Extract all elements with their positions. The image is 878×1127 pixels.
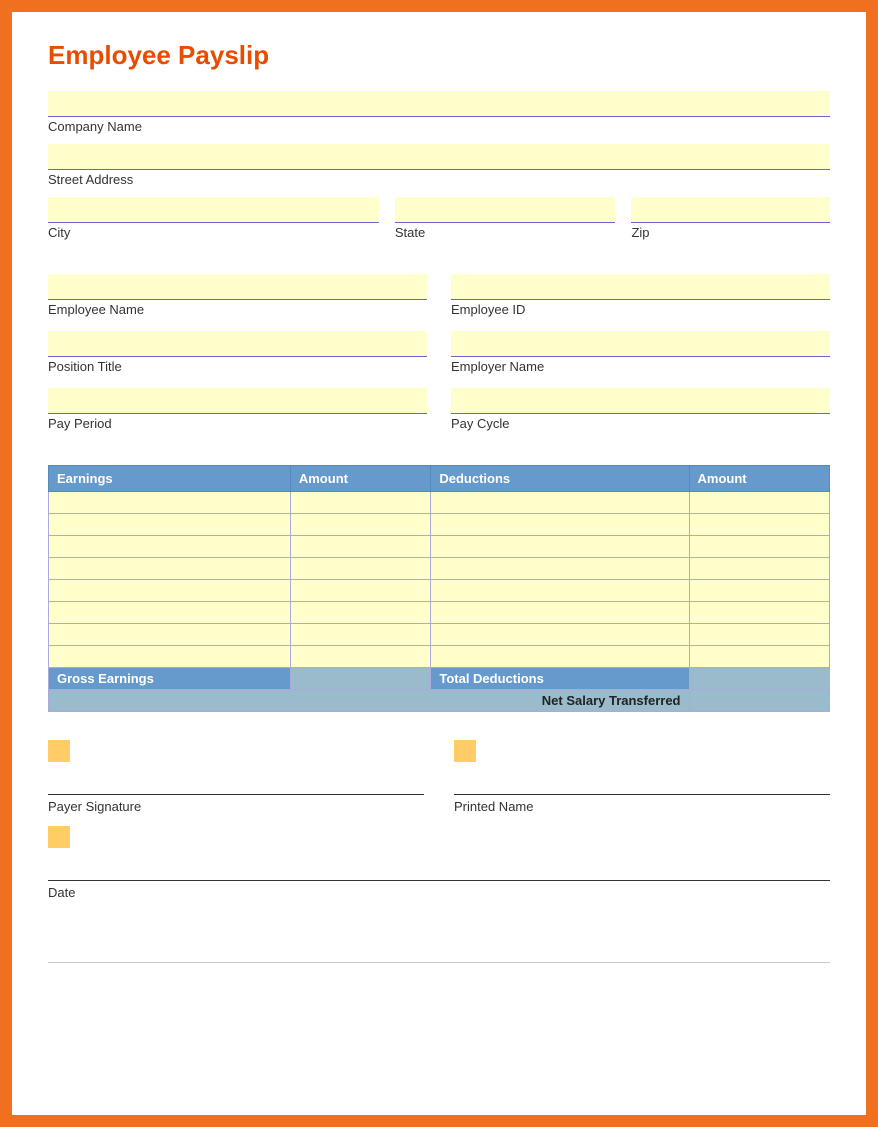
employer-name-input[interactable] [451, 331, 830, 357]
outer-border: Employee Payslip Company Name Street Add… [0, 0, 878, 1127]
company-name-label: Company Name [48, 119, 830, 134]
printed-name-label: Printed Name [454, 799, 533, 814]
date-col: Date [48, 826, 830, 902]
zip-col: Zip [631, 197, 830, 250]
table-row [49, 646, 830, 668]
company-name-input[interactable] [48, 91, 830, 117]
city-col: City [48, 197, 379, 250]
sig-payer-row: Payer Signature Printed Name [48, 740, 830, 816]
date-label: Date [48, 885, 75, 900]
inner-page: Employee Payslip Company Name Street Add… [12, 12, 866, 1115]
street-address-input[interactable] [48, 144, 830, 170]
table-row [49, 602, 830, 624]
gross-earnings-label: Gross Earnings [49, 668, 291, 690]
pay-cycle-label: Pay Cycle [451, 416, 830, 431]
company-name-row: Company Name [48, 91, 830, 134]
employee-id-label: Employee ID [451, 302, 830, 317]
state-input[interactable] [395, 197, 616, 223]
pay-cycle-col: Pay Cycle [451, 388, 830, 441]
date-line [48, 855, 830, 881]
employer-name-col: Employer Name [451, 331, 830, 384]
payer-sig-box [48, 740, 70, 762]
signature-section: Payer Signature Printed Name Date [48, 740, 830, 902]
table-row [49, 514, 830, 536]
pay-period-col: Pay Period [48, 388, 427, 441]
employee-id-col: Employee ID [451, 274, 830, 327]
employee-name-col: Employee Name [48, 274, 427, 327]
gross-earnings-value [290, 668, 430, 690]
total-deductions-value [689, 668, 830, 690]
employer-name-label: Employer Name [451, 359, 830, 374]
table-row [49, 624, 830, 646]
net-salary-value [689, 690, 830, 712]
table-row [49, 580, 830, 602]
employee-section: Employee Name Employee ID Position Title… [48, 274, 830, 441]
payer-sig-col: Payer Signature [48, 740, 424, 816]
date-box [48, 826, 70, 848]
summary-row: Gross Earnings Total Deductions [49, 668, 830, 690]
payroll-table: Earnings Amount Deductions Amount Gross … [48, 465, 830, 712]
payer-sig-line [48, 769, 424, 795]
pay-period-input[interactable] [48, 388, 427, 414]
net-salary-row: Net Salary Transferred [49, 690, 830, 712]
position-employer-row: Position Title Employer Name [48, 331, 830, 384]
table-row [49, 492, 830, 514]
city-state-zip-row: City State Zip [48, 197, 830, 250]
earnings-header: Earnings [49, 466, 291, 492]
street-address-label: Street Address [48, 172, 830, 187]
employee-name-label: Employee Name [48, 302, 427, 317]
state-col: State [395, 197, 616, 250]
pay-period-cycle-row: Pay Period Pay Cycle [48, 388, 830, 441]
printed-name-line [454, 769, 830, 795]
state-label: State [395, 225, 616, 240]
zip-input[interactable] [631, 197, 830, 223]
employee-name-id-row: Employee Name Employee ID [48, 274, 830, 327]
earnings-amount-header: Amount [290, 466, 430, 492]
page-title: Employee Payslip [48, 40, 830, 71]
employee-name-input[interactable] [48, 274, 427, 300]
payer-sig-label: Payer Signature [48, 799, 141, 814]
deductions-header: Deductions [431, 466, 689, 492]
table-row [49, 536, 830, 558]
position-col: Position Title [48, 331, 427, 384]
position-label: Position Title [48, 359, 427, 374]
table-row [49, 558, 830, 580]
street-address-row: Street Address [48, 144, 830, 187]
footer-divider [48, 962, 830, 963]
zip-label: Zip [631, 225, 830, 240]
position-input[interactable] [48, 331, 427, 357]
printed-name-col: Printed Name [454, 740, 830, 816]
pay-period-label: Pay Period [48, 416, 427, 431]
total-deductions-label: Total Deductions [431, 668, 689, 690]
city-input[interactable] [48, 197, 379, 223]
net-salary-label: Net Salary Transferred [49, 690, 690, 712]
city-label: City [48, 225, 379, 240]
pay-cycle-input[interactable] [451, 388, 830, 414]
employee-id-input[interactable] [451, 274, 830, 300]
deductions-amount-header: Amount [689, 466, 830, 492]
printed-name-box [454, 740, 476, 762]
